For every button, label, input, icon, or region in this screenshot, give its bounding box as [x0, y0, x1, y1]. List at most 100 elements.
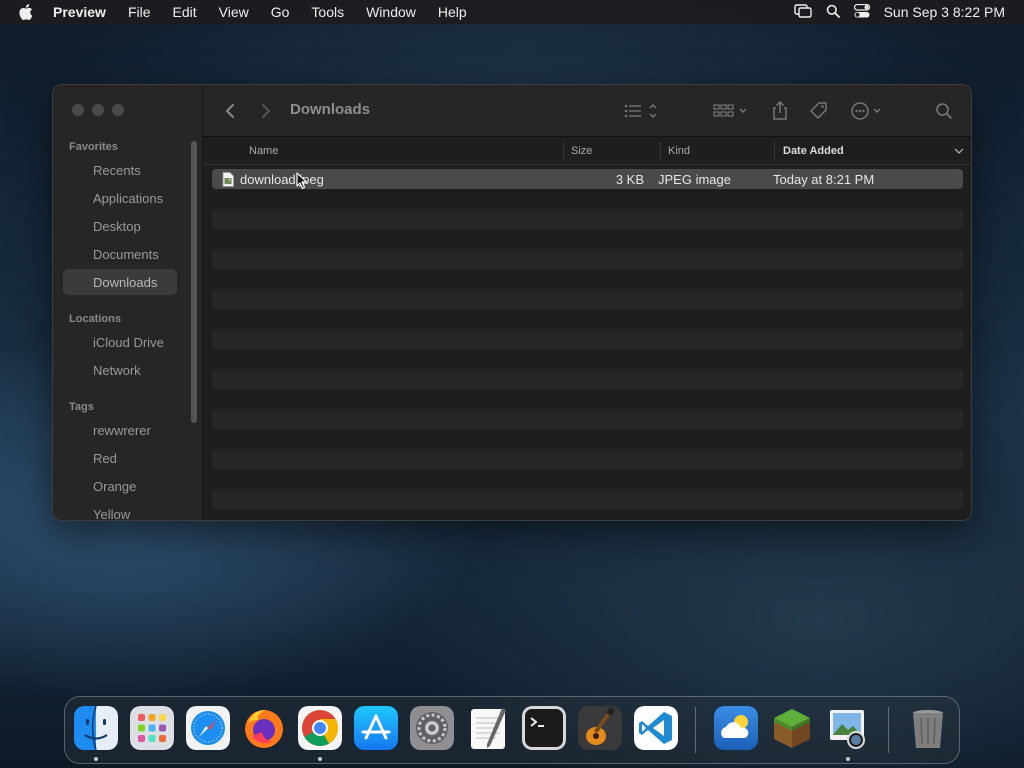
dock-trash-icon[interactable]: [906, 706, 950, 750]
dock-firefox-icon[interactable]: [242, 706, 286, 750]
locations-heading: Locations: [69, 313, 121, 325]
dock-textedit-icon[interactable]: [466, 706, 510, 750]
sidebar-item-applications[interactable]: Applications: [63, 185, 177, 211]
zoom-button[interactable]: [112, 104, 124, 116]
column-divider[interactable]: [774, 142, 775, 160]
dock-launchpad-icon[interactable]: [130, 706, 174, 750]
column-kind[interactable]: Kind: [668, 137, 690, 165]
menu-clock[interactable]: Sun Sep 3 8:22 PM: [884, 4, 1005, 20]
file-kind: JPEG image: [658, 171, 731, 187]
empty-row: [212, 469, 963, 489]
column-date-added[interactable]: Date Added: [783, 137, 844, 165]
menu-file[interactable]: File: [117, 4, 162, 20]
dock-divider: [888, 707, 889, 753]
sidebar-item-desktop[interactable]: Desktop: [63, 213, 177, 239]
dock: [64, 696, 960, 764]
dock-chrome-icon[interactable]: [298, 706, 342, 750]
screen-mirroring-icon[interactable]: [793, 3, 812, 21]
sidebar-item-downloads[interactable]: Downloads: [63, 269, 177, 295]
finder-window: Favorites Recents Applications Desktop D…: [52, 84, 972, 521]
sidebar-scrollbar[interactable]: [191, 141, 197, 423]
empty-row: [212, 349, 963, 369]
share-icon[interactable]: [771, 99, 789, 123]
dock-preview-icon[interactable]: [826, 706, 870, 750]
running-indicator: [846, 757, 850, 761]
close-button[interactable]: [72, 104, 84, 116]
search-icon[interactable]: [935, 99, 953, 123]
window-title: Downloads: [290, 101, 371, 118]
mouse-cursor-icon: [296, 172, 308, 195]
column-divider[interactable]: [660, 142, 661, 160]
sidebar-tag-rewwrerer[interactable]: rewwrerer: [63, 417, 177, 443]
running-indicator: [318, 757, 322, 761]
file-list: download.jpeg 3 KB JPEG image Today at 8…: [212, 169, 963, 509]
dock-garageband-icon[interactable]: [578, 706, 622, 750]
control-center-icon[interactable]: [853, 3, 870, 21]
search-icon[interactable]: [826, 4, 840, 21]
sidebar-tag-yellow[interactable]: Yellow: [63, 501, 177, 521]
menu-go[interactable]: Go: [260, 4, 301, 20]
file-row[interactable]: download.jpeg 3 KB JPEG image Today at 8…: [212, 169, 963, 189]
empty-row: [212, 489, 963, 509]
sidebar-item-network[interactable]: Network: [63, 357, 177, 383]
sort-chevron-down-icon[interactable]: [954, 137, 964, 165]
empty-row: [212, 269, 963, 289]
minimize-button[interactable]: [92, 104, 104, 116]
dock-divider: [695, 707, 696, 753]
dock-minecraft-icon[interactable]: [770, 706, 814, 750]
empty-row: [212, 229, 963, 249]
window-controls: [72, 104, 124, 116]
dock-system-settings-icon[interactable]: [410, 706, 454, 750]
menu-app-name[interactable]: Preview: [52, 4, 117, 20]
menu-bar: Preview File Edit View Go Tools Window H…: [0, 0, 1024, 24]
running-indicator: [94, 757, 98, 761]
sidebar-tag-red[interactable]: Red: [63, 445, 177, 471]
dock-weather-icon[interactable]: [714, 706, 758, 750]
menu-tools[interactable]: Tools: [300, 4, 355, 20]
favorites-heading: Favorites: [69, 141, 118, 153]
tag-icon[interactable]: [809, 99, 829, 123]
empty-row: [212, 449, 963, 469]
dock-safari-icon[interactable]: [186, 706, 230, 750]
menu-window[interactable]: Window: [355, 4, 427, 20]
empty-row: [212, 429, 963, 449]
column-header: Name Size Kind Date Added: [203, 137, 971, 165]
menu-edit[interactable]: Edit: [162, 4, 208, 20]
empty-row: [212, 289, 963, 309]
file-size: 3 KB: [615, 171, 644, 187]
sidebar-item-documents[interactable]: Documents: [63, 241, 177, 267]
apple-menu-icon[interactable]: [0, 4, 52, 20]
back-icon[interactable]: [223, 99, 237, 123]
tags-heading: Tags: [69, 401, 94, 413]
dock-terminal-icon[interactable]: [522, 706, 566, 750]
empty-row: [212, 209, 963, 229]
empty-row: [212, 249, 963, 269]
column-name[interactable]: Name: [249, 137, 278, 165]
file-browser: Downloads Name Size Kind Date Added down…: [203, 85, 971, 520]
dock-app-store-icon[interactable]: [354, 706, 398, 750]
empty-row: [212, 309, 963, 329]
sidebar: Favorites Recents Applications Desktop D…: [53, 85, 203, 520]
column-size[interactable]: Size: [571, 137, 592, 165]
empty-row: [212, 189, 963, 209]
toolbar: Downloads: [203, 85, 971, 137]
column-divider[interactable]: [563, 142, 564, 160]
sidebar-tag-orange[interactable]: Orange: [63, 473, 177, 499]
jpeg-file-icon: [222, 169, 234, 189]
group-by-icon[interactable]: [713, 99, 749, 123]
list-view-icon[interactable]: [623, 99, 659, 123]
empty-row: [212, 409, 963, 429]
more-actions-icon[interactable]: [851, 99, 887, 123]
empty-row: [212, 369, 963, 389]
menu-help[interactable]: Help: [427, 4, 478, 20]
dock-finder-icon[interactable]: [74, 706, 118, 750]
file-name[interactable]: download.jpeg: [240, 169, 324, 189]
sidebar-item-icloud-drive[interactable]: iCloud Drive: [63, 329, 177, 355]
dock-vscode-icon[interactable]: [634, 706, 678, 750]
menu-view[interactable]: View: [208, 4, 260, 20]
empty-row: [212, 329, 963, 349]
file-date-added: Today at 8:21 PM: [773, 171, 875, 187]
forward-icon[interactable]: [259, 99, 273, 123]
sidebar-item-recents[interactable]: Recents: [63, 157, 177, 183]
empty-row: [212, 389, 963, 409]
